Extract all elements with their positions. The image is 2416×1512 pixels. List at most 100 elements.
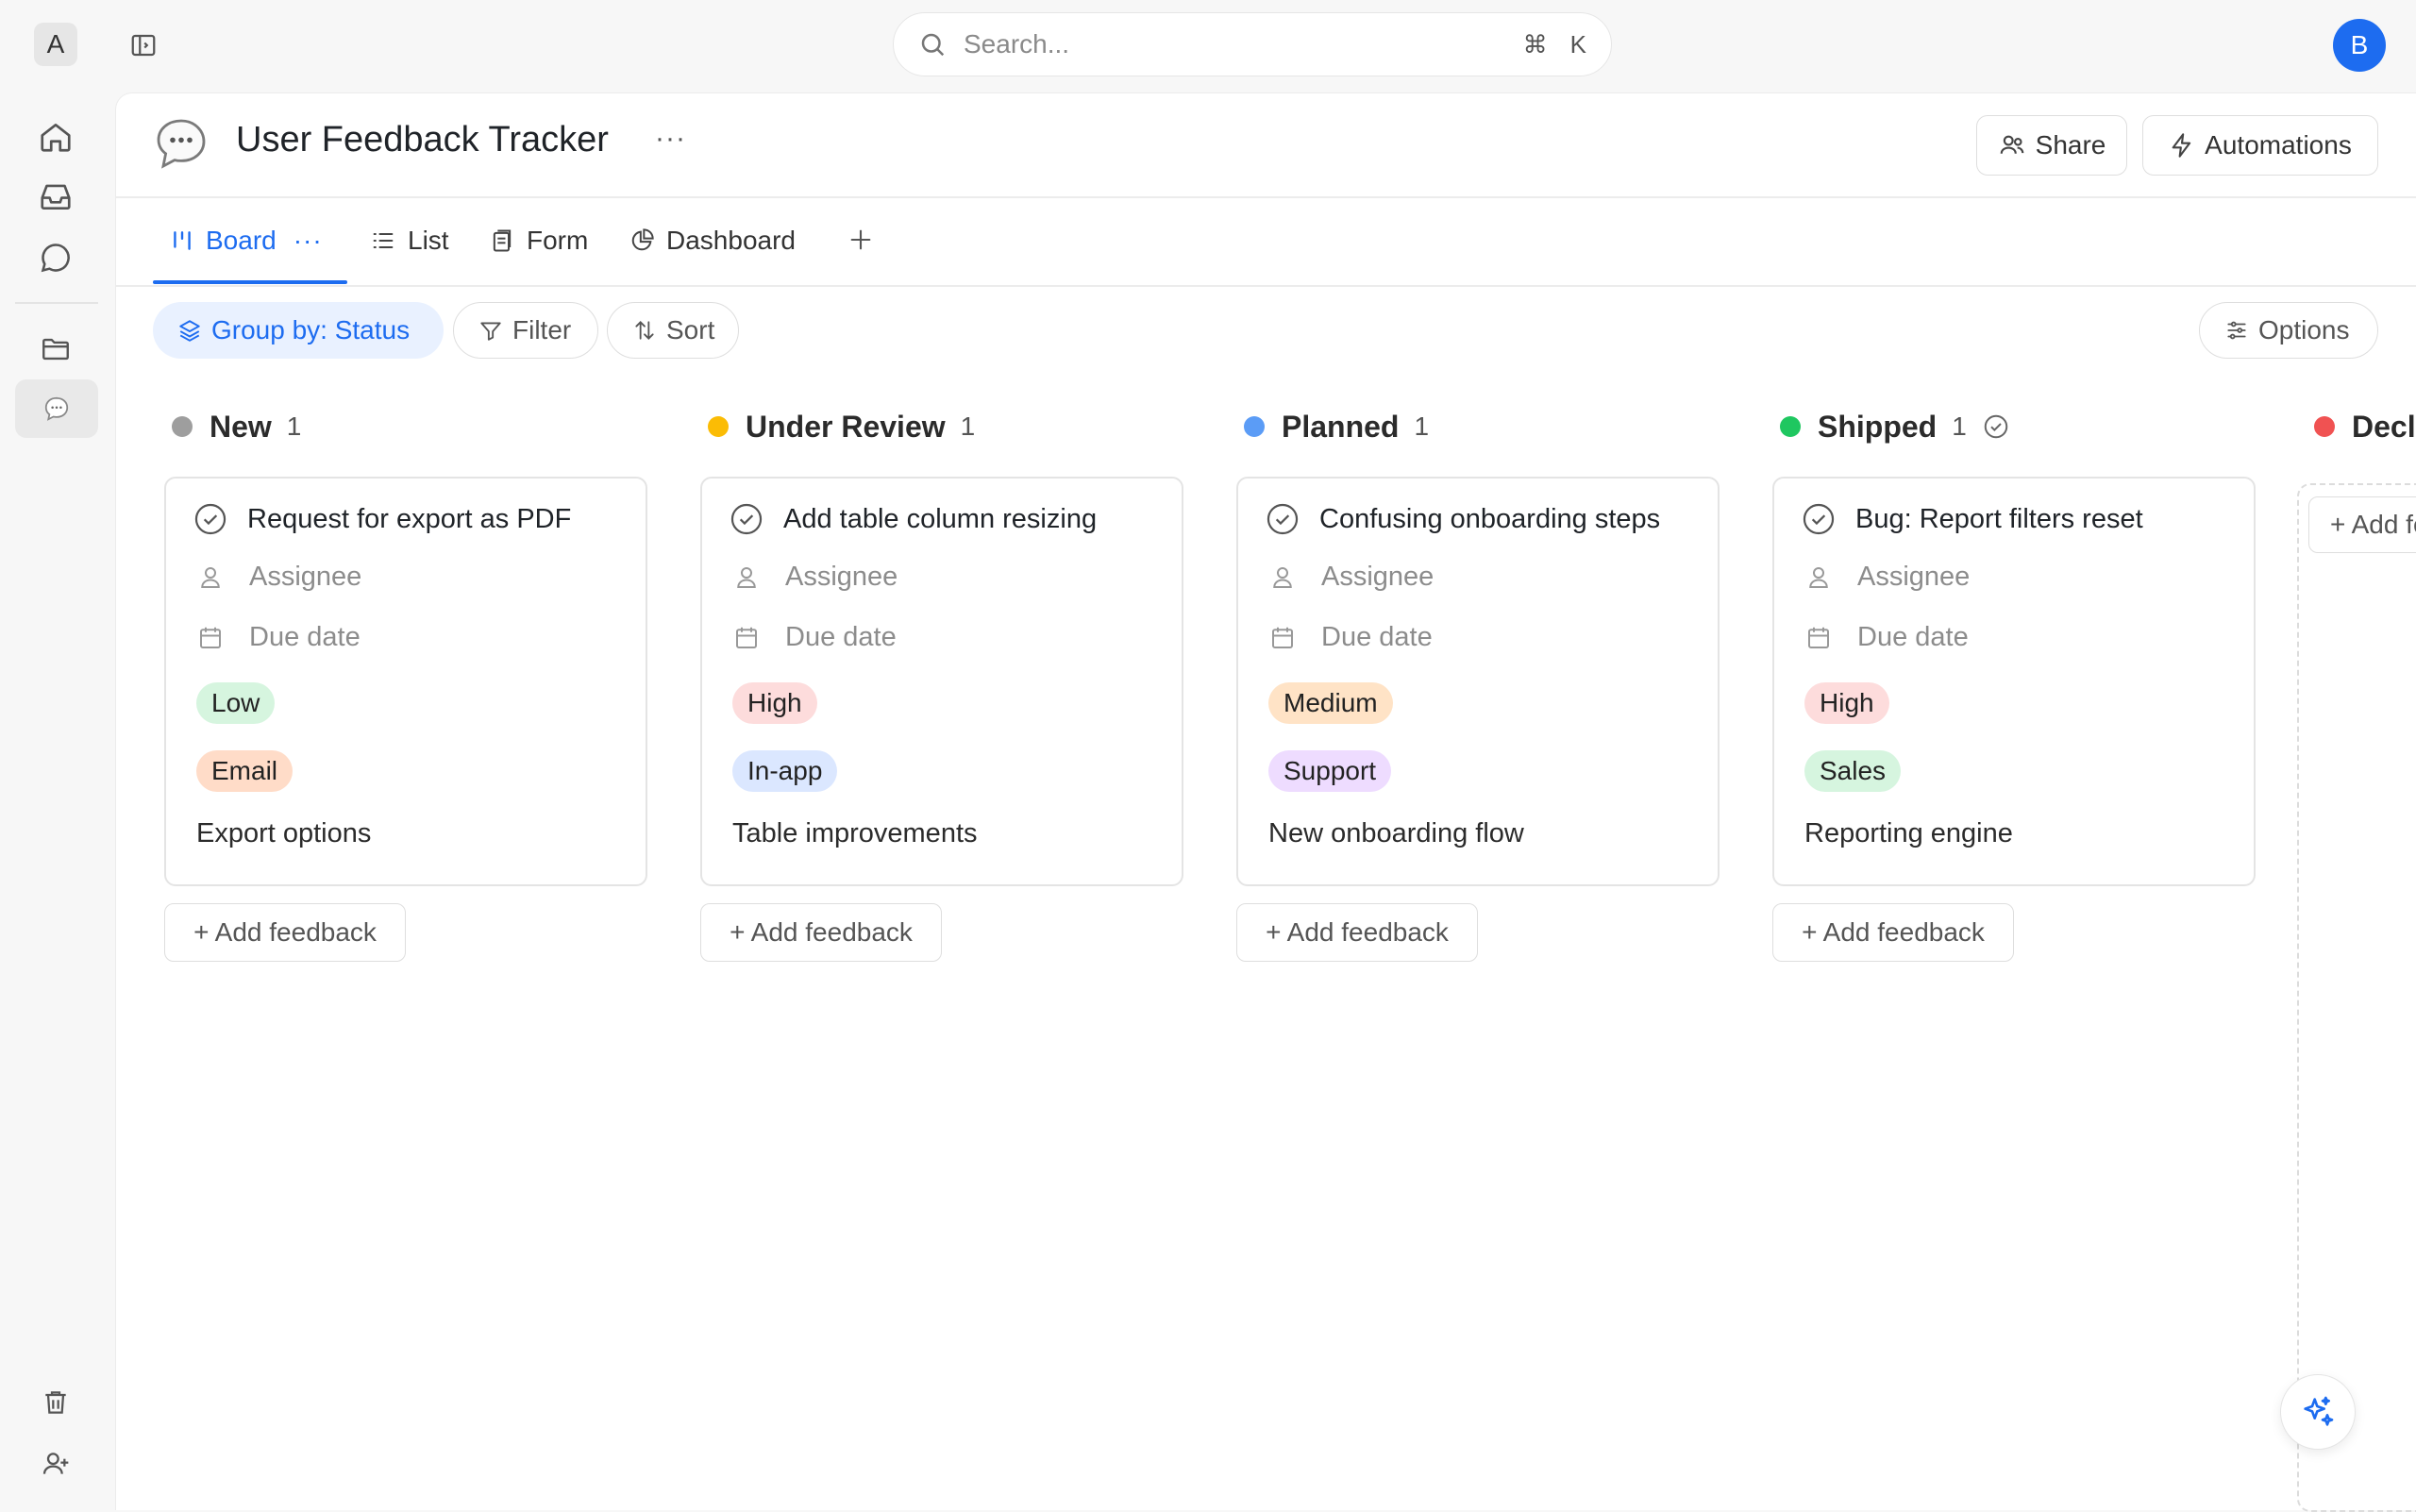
groupby-label: Group by: Status — [211, 315, 411, 344]
column-name: Declined — [2352, 409, 2416, 444]
due-date-label: Due date — [785, 622, 897, 652]
project-label: New onboarding flow — [1268, 818, 1524, 848]
layers-icon — [177, 318, 211, 343]
calendar-icon — [1268, 624, 1321, 652]
sort-button[interactable]: Sort — [607, 302, 739, 359]
tab-board[interactable]: Board ··· — [170, 222, 323, 260]
due-date-label: Due date — [249, 622, 361, 652]
tabs-divider — [115, 285, 2416, 287]
assignee-label: Assignee — [1321, 562, 1434, 592]
chat-icon[interactable] — [34, 236, 77, 279]
page-title: User Feedback Tracker — [236, 120, 609, 160]
card-title: Request for export as PDF — [247, 503, 572, 534]
feedback-card[interactable]: Bug: Report filters reset Assignee Due d… — [1772, 477, 2256, 886]
inbox-icon[interactable] — [34, 175, 77, 218]
add-feedback-button[interactable]: + Add feedback — [1236, 903, 1478, 962]
status-dot — [1244, 416, 1265, 437]
tab-board-more-button[interactable]: ··· — [294, 226, 323, 256]
priority-tag: Medium — [1268, 682, 1393, 724]
column-header-shipped[interactable]: Shipped 1 — [1780, 404, 2010, 449]
source-tag: Sales — [1804, 750, 1902, 792]
check-circle-icon[interactable] — [729, 501, 783, 537]
workspace-avatar[interactable]: A — [34, 23, 77, 66]
filter-button[interactable]: Filter — [453, 302, 598, 359]
feedback-card[interactable]: Request for export as PDF Assignee Due d… — [164, 477, 647, 886]
options-button[interactable]: Options — [2199, 302, 2378, 359]
sparkles-icon — [2299, 1393, 2337, 1431]
due-date-field[interactable]: Due date — [732, 622, 897, 653]
shortcut-key: K — [1569, 29, 1586, 59]
sidebar-toggle-icon[interactable] — [126, 28, 160, 62]
check-circle-icon[interactable] — [1801, 501, 1855, 537]
ai-assistant-button[interactable] — [2280, 1374, 2356, 1450]
assignee-field[interactable]: Assignee — [196, 562, 361, 593]
add-feedback-button[interactable]: + Add feedback — [1772, 903, 2014, 962]
column-count: 1 — [286, 412, 302, 441]
add-view-icon[interactable] — [846, 225, 876, 255]
due-date-field[interactable]: Due date — [1268, 622, 1433, 653]
groupby-button[interactable]: Group by: Status — [153, 302, 444, 359]
check-circle-icon[interactable] — [1265, 501, 1319, 537]
lightning-icon — [2169, 132, 2195, 159]
assignee-field[interactable]: Assignee — [1268, 562, 1434, 593]
add-feedback-button[interactable]: + Add feedback — [700, 903, 942, 962]
tab-list-label: List — [408, 226, 449, 255]
source-tag: Support — [1268, 750, 1392, 792]
card-title: Add table column resizing — [783, 503, 1098, 534]
column-header-new[interactable]: New 1 — [172, 404, 301, 449]
status-dot — [2314, 416, 2335, 437]
calendar-icon — [196, 624, 249, 652]
header-divider — [115, 196, 2416, 198]
column-header-planned[interactable]: Planned 1 — [1244, 404, 1429, 449]
person-icon — [732, 563, 785, 592]
form-icon — [489, 227, 527, 254]
add-feedback-button[interactable]: + Add feedback — [2308, 496, 2416, 553]
trash-icon[interactable] — [34, 1381, 77, 1424]
project-label: Table improvements — [732, 818, 978, 848]
priority-tag: High — [732, 682, 817, 724]
assignee-label: Assignee — [249, 562, 362, 592]
list-icon — [370, 227, 408, 254]
page-more-button[interactable]: ··· — [655, 123, 686, 155]
tab-dashboard[interactable]: Dashboard — [629, 222, 796, 260]
feedback-card[interactable]: Add table column resizing Assignee Due d… — [700, 477, 1183, 886]
card-title: Bug: Report filters reset — [1855, 503, 2143, 534]
user-avatar[interactable]: B — [2333, 19, 2386, 72]
add-user-icon[interactable] — [34, 1442, 77, 1486]
sidebar-divider — [15, 302, 98, 304]
active-tab-indicator — [153, 280, 347, 284]
search-icon — [918, 30, 947, 59]
due-date-field[interactable]: Due date — [196, 622, 361, 653]
priority-tag: High — [1804, 682, 1889, 724]
empty-column-dropzone — [2297, 483, 2416, 1512]
speech-bubble-icon — [15, 379, 98, 438]
source-tag: Email — [196, 750, 294, 792]
source-tag: In-app — [732, 750, 838, 792]
search-bar[interactable]: Search... ⌘ K — [893, 12, 1612, 76]
check-circle-icon[interactable] — [193, 501, 247, 537]
add-feedback-button[interactable]: + Add feedback — [164, 903, 406, 962]
assignee-field[interactable]: Assignee — [1804, 562, 1970, 593]
column-header-declined[interactable]: Declined — [2314, 404, 2416, 449]
assignee-label: Assignee — [1857, 562, 1971, 592]
sidebar-item-feedback-tracker[interactable] — [15, 379, 98, 438]
person-icon — [196, 563, 249, 592]
column-name: Under Review — [746, 409, 946, 444]
tab-form[interactable]: Form — [489, 222, 588, 260]
folder-icon[interactable] — [34, 328, 77, 371]
automations-button[interactable]: Automations — [2142, 115, 2378, 176]
users-icon — [1998, 131, 2026, 160]
column-header-under-review[interactable]: Under Review 1 — [708, 404, 975, 449]
home-icon[interactable] — [34, 115, 77, 159]
assignee-field[interactable]: Assignee — [732, 562, 898, 593]
feedback-card[interactable]: Confusing onboarding steps Assignee Due … — [1236, 477, 1720, 886]
search-placeholder: Search... — [964, 29, 1070, 59]
filter-icon — [478, 318, 512, 343]
assignee-label: Assignee — [785, 562, 898, 592]
tab-list[interactable]: List — [370, 222, 449, 260]
share-button[interactable]: Share — [1976, 115, 2127, 176]
due-date-field[interactable]: Due date — [1804, 622, 1969, 653]
column-count: 1 — [960, 412, 976, 441]
card-title: Confusing onboarding steps — [1319, 503, 1661, 534]
automations-label: Automations — [2205, 130, 2352, 160]
